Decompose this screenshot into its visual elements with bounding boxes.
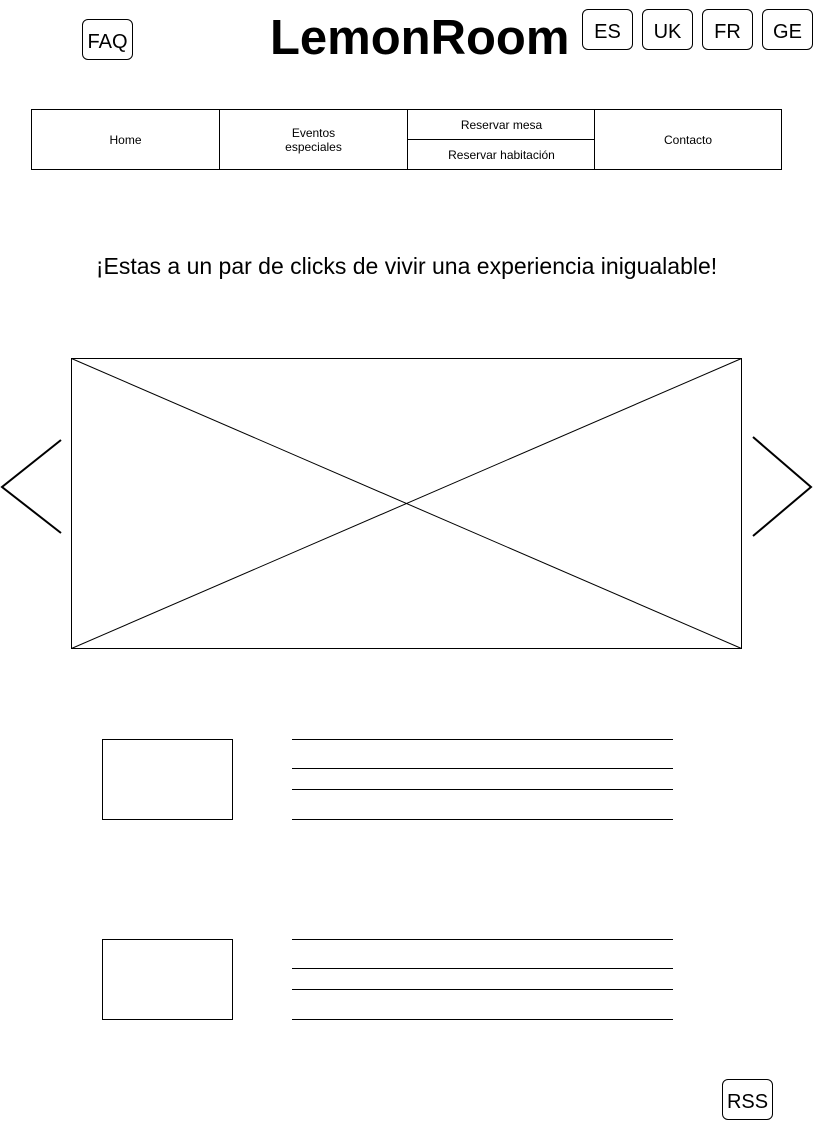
nav-item-eventos-label-line2: especiales (285, 139, 342, 154)
lang-button-es[interactable]: ES (582, 9, 633, 50)
chevron-right-icon[interactable] (750, 435, 813, 539)
nav-item-eventos-label-line1: Eventos (291, 125, 336, 140)
image-placeholder (71, 358, 742, 649)
nav-item-reservar-group: Reservar mesa Reservar habitación (408, 110, 595, 169)
thumbnail-placeholder (102, 739, 233, 820)
text-line (292, 939, 673, 940)
text-line (292, 768, 673, 769)
text-line (292, 1019, 673, 1020)
lang-button-fr[interactable]: FR (702, 9, 753, 50)
site-logo: LemonRoom (270, 11, 570, 65)
faq-button[interactable]: FAQ (82, 19, 133, 60)
nav-item-reservar-habitacion-label: Reservar habitación (448, 147, 555, 162)
page-tagline: ¡Estas a un par de clicks de vivir una e… (95, 253, 718, 279)
text-line (292, 989, 673, 990)
nav-item-reservar-mesa-label: Reservar mesa (460, 117, 543, 132)
nav-item-eventos-especiales[interactable]: Eventos especiales (220, 110, 407, 169)
lang-button-uk[interactable]: UK (642, 9, 693, 50)
lang-button-ge[interactable]: GE (762, 9, 813, 50)
text-line (292, 968, 673, 969)
nav-item-contacto[interactable]: Contacto (595, 110, 781, 169)
thumbnail-placeholder (102, 939, 233, 1020)
nav-item-home-label: Home (109, 132, 142, 147)
main-nav: Home Eventos especiales Reservar mesa Re… (31, 109, 782, 170)
text-line (292, 739, 673, 740)
rss-button[interactable]: RSS (722, 1079, 773, 1120)
nav-item-reservar-habitacion[interactable]: Reservar habitación (408, 140, 595, 169)
nav-item-contacto-label: Contacto (663, 132, 713, 147)
nav-item-reservar-mesa[interactable]: Reservar mesa (408, 110, 595, 140)
chevron-left-icon[interactable] (0, 438, 64, 536)
text-line (292, 819, 673, 820)
text-line (292, 789, 673, 790)
nav-item-home[interactable]: Home (32, 110, 219, 169)
